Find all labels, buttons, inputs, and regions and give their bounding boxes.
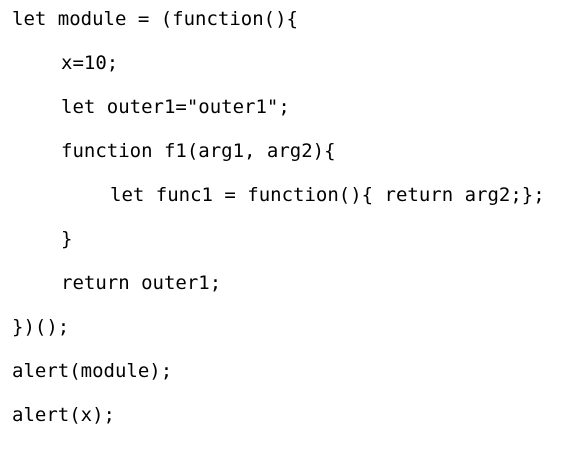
code-line: function f1(arg1, arg2){ [61,140,336,162]
code-line: let outer1="outer1"; [61,96,290,118]
code-snippet: let module = (function(){ x=10; let oute… [12,0,582,440]
code-line: x=10; [61,52,119,74]
code-line: return outer1; [61,272,222,294]
code-line: let func1 = function(){ return arg2;}; [110,184,545,206]
code-line: alert(x); [12,404,115,426]
code-line: let module = (function(){ [12,8,298,30]
code-line: })(); [12,316,70,338]
code-line: } [61,228,73,250]
code-line: alert(module); [12,360,173,382]
